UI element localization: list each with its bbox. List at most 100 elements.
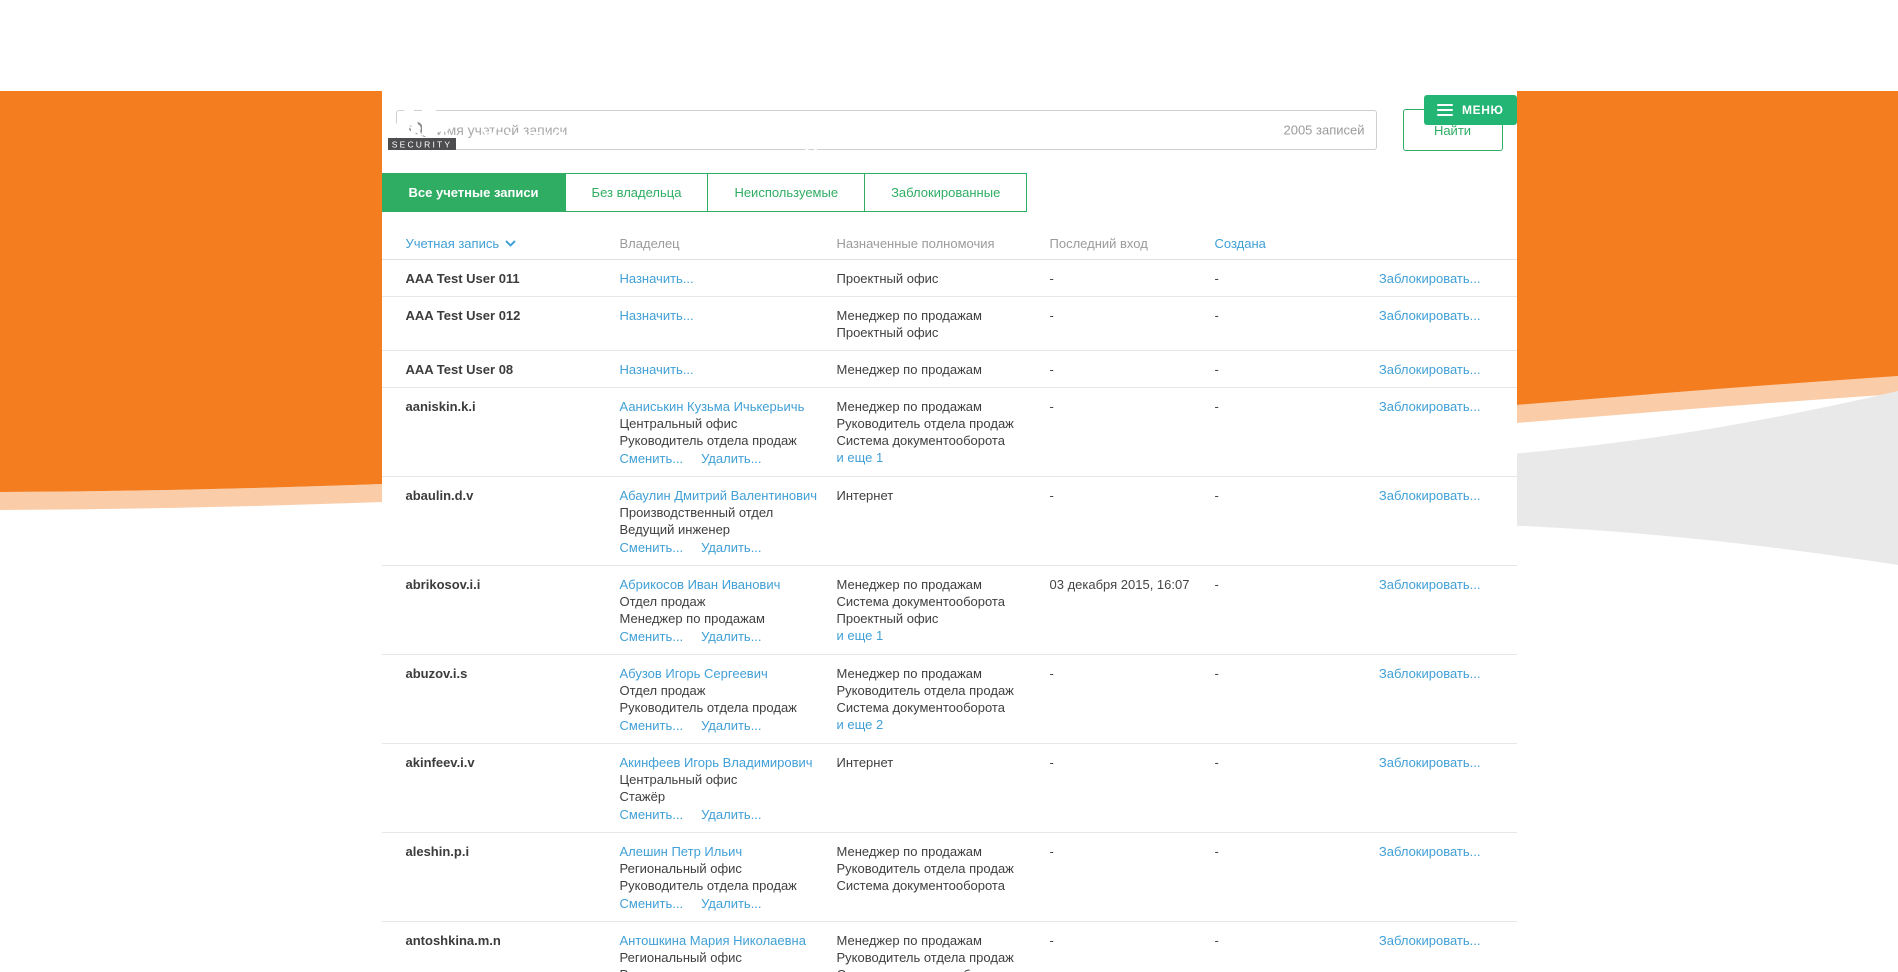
table-row: aleshin.p.iАлешин Петр ИльичРегиональный… [382,833,1517,922]
assign-owner-link[interactable]: Назначить... [620,271,694,286]
block-link[interactable]: Заблокировать... [1379,755,1481,770]
top-header: SOLAR SECURITY Учетные записи Exchange М… [0,91,1898,187]
permissions-cell: Менеджер по продажам [837,361,1050,378]
owner-change-link[interactable]: Сменить... [620,895,684,912]
permission-item: Руководитель отдела продаж [837,415,1050,432]
account-name: AAA Test User 011 [406,271,520,286]
owner-position: Руководитель отдела продаж [620,966,837,972]
action-cell: Заблокировать... [1375,361,1493,378]
account-name: antoshkina.m.n [406,933,501,948]
account-name: AAA Test User 08 [406,362,514,377]
column-header-created[interactable]: Создана [1215,236,1375,251]
block-link[interactable]: Заблокировать... [1379,308,1481,323]
permission-item: Система документооборота [837,699,1050,716]
account-name: abrikosov.i.i [406,577,481,592]
owner-remove-link[interactable]: Удалить... [701,628,761,645]
owner-department: Центральный офис [620,771,837,788]
created-cell: - [1215,932,1375,972]
account-cell: aaniskin.k.i [406,398,620,467]
column-header-owner: Владелец [620,236,837,251]
created-cell: - [1215,576,1375,645]
created-cell: - [1215,754,1375,823]
owner-remove-link[interactable]: Удалить... [701,539,761,556]
created-cell: - [1215,398,1375,467]
last-login-cell: 03 декабря 2015, 16:07 [1050,576,1215,645]
owner-remove-link[interactable]: Удалить... [701,895,761,912]
owner-name-link[interactable]: Абузов Игорь Сергеевич [620,665,837,682]
owner-name-link[interactable]: Алешин Петр Ильич [620,843,837,860]
created-cell: - [1215,665,1375,734]
block-link[interactable]: Заблокировать... [1379,844,1481,859]
action-cell: Заблокировать... [1375,932,1493,972]
column-header-account[interactable]: Учетная запись [406,236,620,251]
permissions-cell: Интернет [837,487,1050,556]
created-cell: - [1215,487,1375,556]
owner-change-link[interactable]: Сменить... [620,717,684,734]
table-row: AAA Test User 011Назначить...Проектный о… [382,260,1517,297]
permission-item: Руководитель отдела продаж [837,949,1050,966]
account-name: abaulin.d.v [406,488,474,503]
solar-security-logo: SOLAR SECURITY [382,97,462,177]
account-cell: akinfeev.i.v [406,754,620,823]
block-link[interactable]: Заблокировать... [1379,399,1481,414]
block-link[interactable]: Заблокировать... [1379,271,1481,286]
created-cell: - [1215,270,1375,287]
permission-item: Интернет [837,754,1050,771]
permission-item: Менеджер по продажам [837,932,1050,949]
owner-name-link[interactable]: Антошкина Мария Николаевна [620,932,837,949]
owner-position: Руководитель отдела продаж [620,877,837,894]
owner-change-link[interactable]: Сменить... [620,450,684,467]
account-cell: abuzov.i.s [406,665,620,734]
action-cell: Заблокировать... [1375,754,1493,823]
menu-button[interactable]: МЕНЮ [1424,95,1516,125]
more-permissions-link[interactable]: и еще 1 [837,449,1050,466]
account-cell: AAA Test User 011 [406,270,620,287]
owner-cell: Алешин Петр ИльичРегиональный офисРуково… [620,843,837,912]
permission-item: Менеджер по продажам [837,307,1050,324]
account-name: abuzov.i.s [406,666,468,681]
block-link[interactable]: Заблокировать... [1379,488,1481,503]
owner-name-link[interactable]: Абрикосов Иван Иванович [620,576,837,593]
column-header-last-login: Последний вход [1050,236,1215,251]
owner-name-link[interactable]: Абаулин Дмитрий Валентинович [620,487,837,504]
owner-cell: Абаулин Дмитрий ВалентиновичПроизводстве… [620,487,837,556]
owner-cell: Абрикосов Иван ИвановичОтдел продажМенед… [620,576,837,645]
owner-remove-link[interactable]: Удалить... [701,717,761,734]
owner-change-link[interactable]: Сменить... [620,806,684,823]
owner-actions: Сменить... Удалить... [620,806,837,823]
block-link[interactable]: Заблокировать... [1379,577,1481,592]
owner-change-link[interactable]: Сменить... [620,628,684,645]
account-name: akinfeev.i.v [406,755,475,770]
more-permissions-link[interactable]: и еще 1 [837,627,1050,644]
more-permissions-link[interactable]: и еще 2 [837,716,1050,733]
block-link[interactable]: Заблокировать... [1379,666,1481,681]
owner-cell: Назначить... [620,307,837,341]
owner-name-link[interactable]: Акинфеев Игорь Владимирович [620,754,837,771]
action-cell: Заблокировать... [1375,665,1493,734]
owner-remove-link[interactable]: Удалить... [701,450,761,467]
assign-owner-link[interactable]: Назначить... [620,308,694,323]
owner-position: Ведущий инженер [620,521,837,538]
created-cell: - [1215,843,1375,912]
owner-position: Менеджер по продажам [620,610,837,627]
assign-owner-link[interactable]: Назначить... [620,362,694,377]
account-name: aaniskin.k.i [406,399,476,414]
block-link[interactable]: Заблокировать... [1379,933,1481,948]
permission-item: Менеджер по продажам [837,843,1050,860]
owner-actions: Сменить... Удалить... [620,539,837,556]
owner-name-link[interactable]: Ааниськин Кузьма Ичькерьичь [620,398,837,415]
permissions-cell: Менеджер по продажамСистема документообо… [837,576,1050,645]
last-login-cell: - [1050,487,1215,556]
permission-item: Менеджер по продажам [837,665,1050,682]
owner-remove-link[interactable]: Удалить... [701,806,761,823]
permissions-cell: Менеджер по продажамРуководитель отдела … [837,665,1050,734]
action-cell: Заблокировать... [1375,270,1493,287]
owner-position: Руководитель отдела продаж [620,699,837,716]
block-link[interactable]: Заблокировать... [1379,362,1481,377]
table-row: AAA Test User 012Назначить...Менеджер по… [382,297,1517,351]
created-cell: - [1215,307,1375,341]
owner-department: Региональный офис [620,949,837,966]
last-login-cell: - [1050,307,1215,341]
owner-change-link[interactable]: Сменить... [620,539,684,556]
action-cell: Заблокировать... [1375,398,1493,467]
